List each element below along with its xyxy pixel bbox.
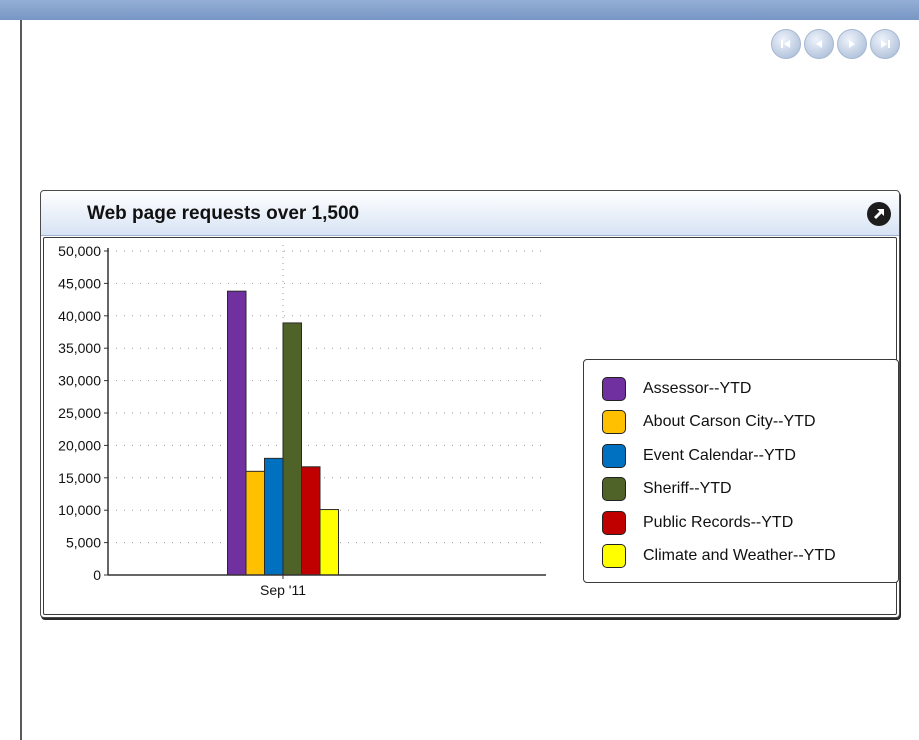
legend-item: Assessor--YTD [602,372,898,406]
legend-label: Climate and Weather--YTD [643,547,836,565]
chart-legend: Assessor--YTD About Carson City--YTD Event… [583,359,899,583]
next-page-icon [849,40,855,48]
first-page-button[interactable] [771,29,801,59]
legend-swatch [602,544,626,569]
legend-item: Public Records--YTD [602,506,898,540]
legend-label: Event Calendar--YTD [643,446,796,464]
legend-swatch [602,410,626,435]
panel-header: Web page requests over 1,500 [41,191,899,236]
y-tick-label: 0 [93,567,101,583]
bar-sheriff-ytd[interactable] [282,322,302,576]
legend-label: Sheriff--YTD [643,480,732,498]
expand-arrow-icon [874,209,884,219]
chart-panel: Web page requests over 1,500 0 5,000 10,00… [40,190,900,618]
y-tick-label: 20,000 [58,437,101,453]
legend-swatch [602,376,626,401]
legend-swatch [602,510,626,535]
previous-page-button[interactable] [804,29,834,59]
y-tick-label: 45,000 [58,275,101,291]
last-page-icon [881,40,890,48]
page-navigation [771,29,900,59]
bar-assessor-ytd[interactable] [227,290,247,576]
panel-title: Web page requests over 1,500 [87,203,360,224]
last-page-button[interactable] [870,29,900,59]
y-tick-label: 25,000 [58,405,101,421]
legend-item: About Carson City--YTD [602,406,898,440]
y-tick-label: 35,000 [58,340,101,356]
y-tick-label: 30,000 [58,373,101,389]
legend-item: Sheriff--YTD [602,473,898,507]
bar-climate-and-weather-ytd[interactable] [319,509,339,576]
legend-item: Climate and Weather--YTD [602,540,898,574]
bar-about-carson-city-ytd[interactable] [245,470,265,576]
next-page-button[interactable] [837,29,867,59]
y-tick-label: 10,000 [58,502,101,518]
y-tick-label: 40,000 [58,308,101,324]
x-tick-label: Sep '11 [260,582,306,598]
bar-event-calendar-ytd[interactable] [264,457,284,576]
legend-swatch [602,477,626,502]
y-tick-label: 5,000 [66,535,101,551]
legend-item: Event Calendar--YTD [602,439,898,473]
bars [227,290,339,576]
legend-label: Public Records--YTD [643,513,794,531]
legend-label: Assessor--YTD [643,379,752,397]
legend-label: About Carson City--YTD [643,413,816,431]
left-divider [20,20,22,740]
page: Web page requests over 1,500 0 5,000 10,00… [0,0,919,740]
expand-button[interactable] [867,202,891,226]
first-page-icon [781,40,790,48]
previous-page-icon [816,40,822,48]
chart-area: 0 5,000 10,000 15,000 20,000 25,000 30,000 35,0… [43,237,899,615]
top-bar [0,0,919,20]
y-tick-label: 15,000 [58,470,101,486]
bar-public-records-ytd[interactable] [301,466,321,576]
y-tick-label: 50,000 [58,243,101,259]
legend-swatch [602,443,626,468]
